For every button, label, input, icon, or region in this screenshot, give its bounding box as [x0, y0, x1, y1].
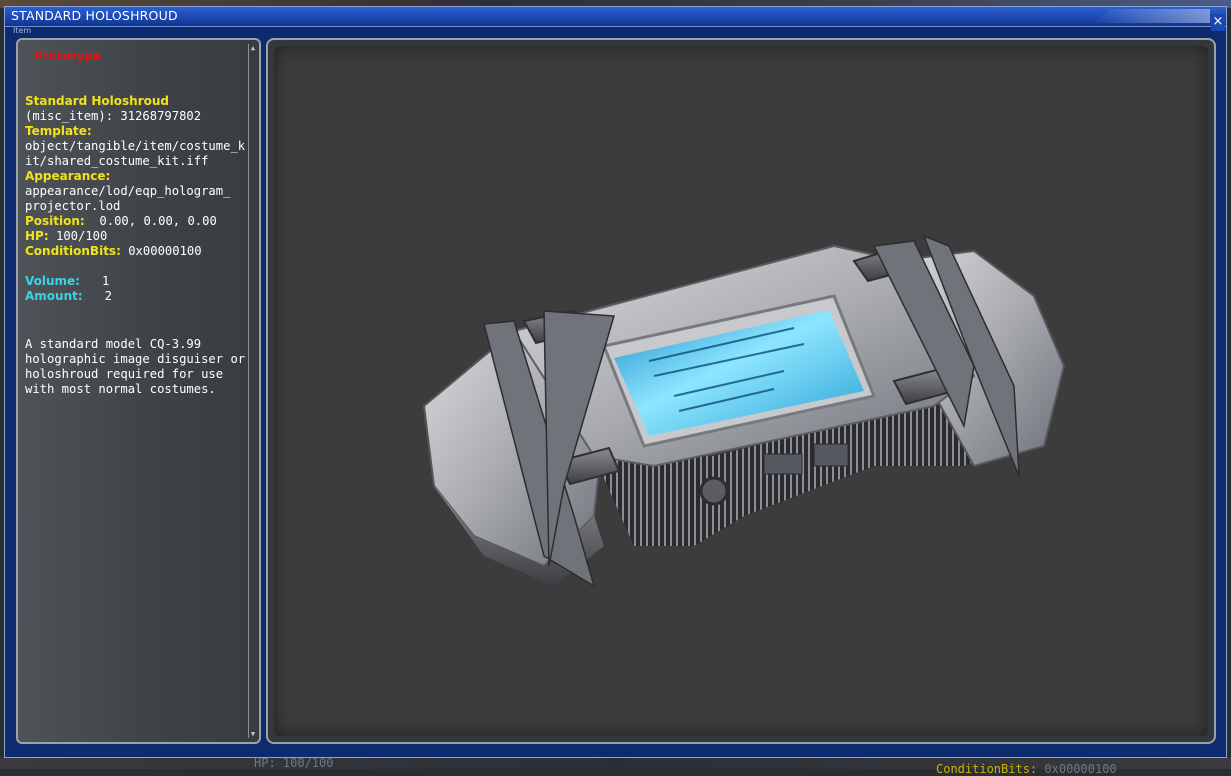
template-value-line-1: object/tangible/item/costume_k [25, 139, 246, 153]
hp-value: 100/100 [55, 229, 108, 243]
description-line-1: A standard model CQ-3.99 [25, 337, 202, 351]
model-connector [699, 476, 729, 506]
window-titlebar[interactable]: STANDARD HOLOSHROUD [5, 7, 1226, 27]
close-button[interactable]: × [1211, 14, 1225, 31]
condition-label: ConditionBits: [25, 244, 121, 258]
model-port [813, 443, 849, 467]
window-subtitle: Item [13, 26, 32, 35]
model-port [763, 453, 803, 475]
position-label: Position: [25, 214, 85, 228]
holoshroud-model [422, 234, 1066, 588]
item-object-id: (misc_item): 31268797802 [25, 109, 202, 123]
position-value: 0.00, 0.00, 0.00 [99, 214, 217, 228]
condition-value: 0x00000100 [128, 244, 202, 258]
info-scrollbar[interactable]: ▲ ▼ [248, 44, 257, 738]
titlebar-decoration [1090, 9, 1210, 23]
item-name: Standard Holoshroud [25, 94, 170, 108]
amount-label: Amount: [25, 289, 83, 303]
hp-label: HP: [25, 229, 49, 243]
model-viewer[interactable] [274, 46, 1208, 736]
model-viewer-frame [266, 38, 1216, 744]
amount-value: 2 [104, 289, 113, 303]
appearance-value-line-2: projector.lod [25, 199, 121, 213]
background-condition-text: ConditionBits: 0x00000100 [936, 762, 1117, 776]
arrow-down-icon[interactable]: ▼ [249, 730, 257, 738]
background-condition-value: 0x00000100 [1044, 762, 1117, 776]
description-line-2: holographic image disguiser or [25, 352, 246, 366]
arrow-up-icon[interactable]: ▲ [249, 44, 257, 52]
item-attributes: Standard Holoshroud (misc_item): 3126879… [25, 94, 247, 397]
background-hp-text: HP: 100/100 [254, 756, 334, 770]
description-line-3: holoshroud required for use [25, 367, 224, 381]
prototype-tag: Prototype [34, 49, 102, 63]
description-line-4: with most normal costumes. [25, 382, 216, 396]
close-icon: × [1212, 14, 1224, 29]
appearance-label: Appearance: [25, 169, 111, 183]
window-title: STANDARD HOLOSHROUD [11, 8, 178, 23]
volume-label: Volume: [25, 274, 80, 288]
background-condition-label: ConditionBits: [936, 762, 1038, 776]
item-info-panel[interactable]: Prototype Standard Holoshroud (misc_item… [16, 38, 261, 744]
template-label: Template: [25, 124, 92, 138]
volume-value: 1 [102, 274, 110, 288]
appearance-value-line-1: appearance/lod/eqp_hologram_ [25, 184, 231, 198]
template-value-line-2: it/shared_costume_kit.iff [25, 154, 209, 168]
